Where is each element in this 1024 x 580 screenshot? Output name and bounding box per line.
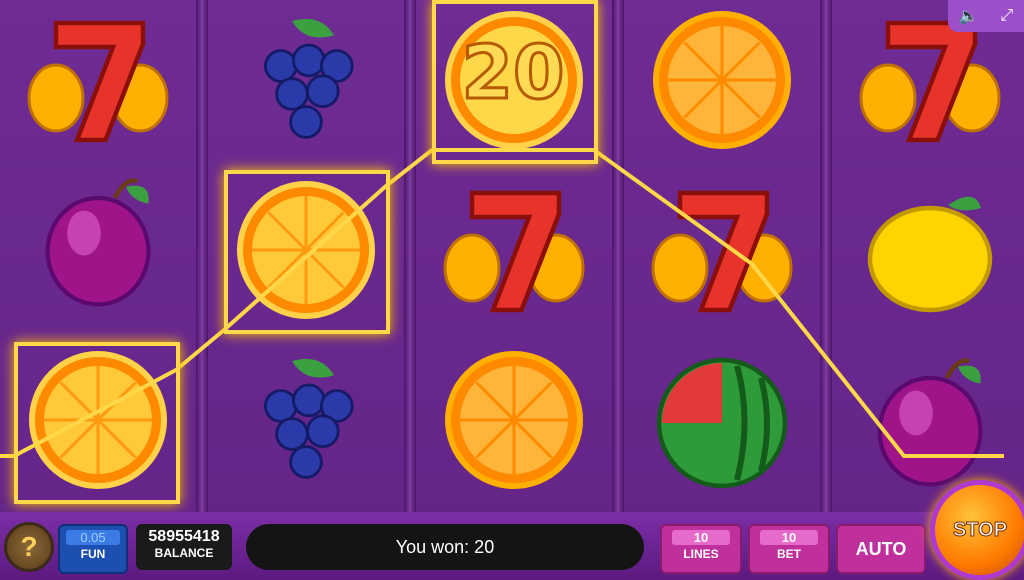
lines-label: LINES <box>683 547 719 561</box>
win-highlight-box <box>224 170 390 334</box>
bet-button[interactable]: 10 BET <box>748 524 830 574</box>
speaker-icon[interactable]: 🔈 <box>959 6 979 26</box>
fun-label: FUN <box>80 547 106 561</box>
help-button[interactable]: ? <box>4 522 54 572</box>
win-amount-overlay: 20 <box>460 29 566 118</box>
stop-button[interactable]: STOP <box>930 480 1024 580</box>
fullscreen-icon[interactable]: ⤢ <box>1000 7 1013 25</box>
balance-label: BALANCE <box>154 546 214 560</box>
lines-value: 10 <box>672 530 730 545</box>
reels-area: 20 <box>0 0 1024 512</box>
balance-display: 58955418 BALANCE <box>136 524 232 570</box>
bet-value: 10 <box>760 530 818 545</box>
lines-button[interactable]: 10 LINES <box>660 524 742 574</box>
win-highlight-box <box>14 342 180 504</box>
fun-coin-selector[interactable]: 0.05 FUN <box>58 524 128 574</box>
balance-value: 58955418 <box>148 528 220 545</box>
bet-label: BET <box>777 547 801 561</box>
auto-button[interactable]: AUTO <box>836 524 926 574</box>
fun-value: 0.05 <box>66 530 120 545</box>
top-controls: 🔈 ⤢ <box>948 0 1024 32</box>
win-message: You won: 20 <box>246 524 644 570</box>
